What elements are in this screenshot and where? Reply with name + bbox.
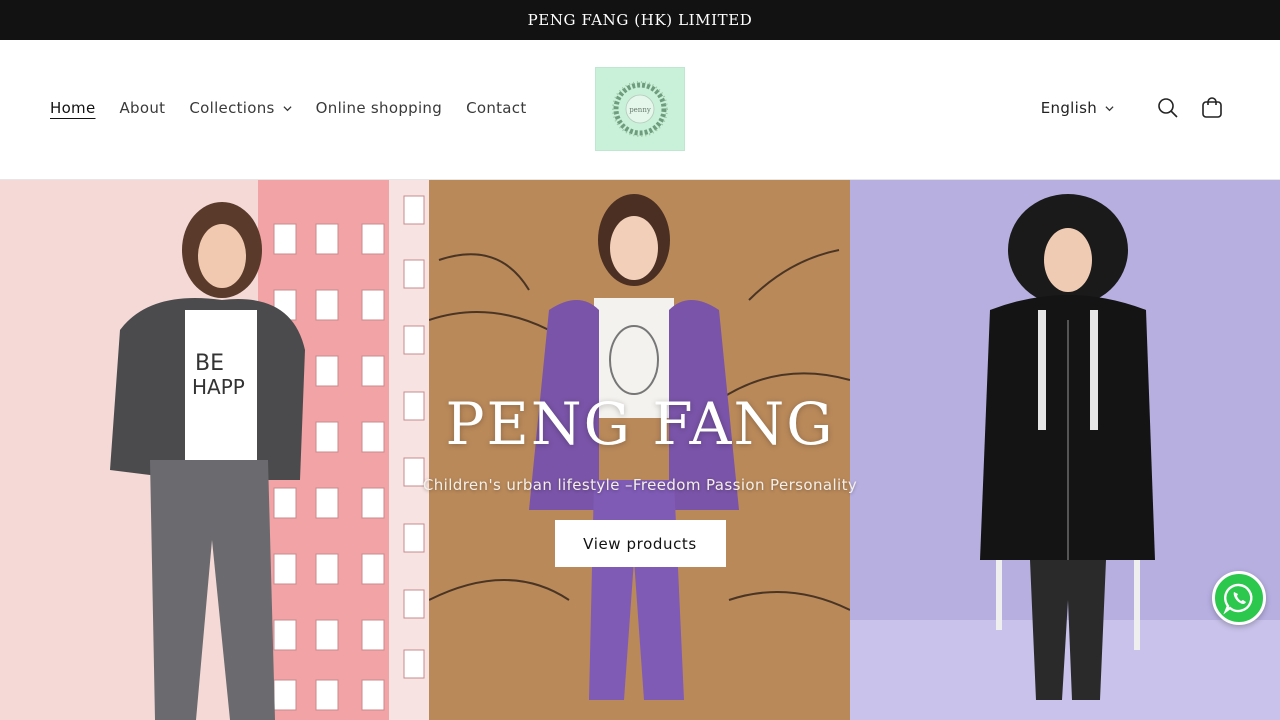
- hero-banner: BE HAPP PENG FANG Children's urban lifes…: [0, 180, 1280, 720]
- whatsapp-chat-button[interactable]: [1212, 571, 1266, 625]
- view-products-button[interactable]: View products: [554, 520, 726, 567]
- chevron-down-icon: [1105, 105, 1114, 111]
- language-label: English: [1040, 99, 1097, 117]
- logo-text: penny: [629, 106, 651, 114]
- nav-collections-dropdown[interactable]: Collections: [189, 99, 292, 117]
- search-icon: [1158, 98, 1178, 118]
- nav-contact-link[interactable]: Contact: [466, 99, 526, 117]
- hero-content: PENG FANG Children's urban lifestyle –Fr…: [0, 390, 1280, 567]
- whatsapp-icon: [1223, 583, 1253, 615]
- nav-online-shopping-link[interactable]: Online shopping: [316, 99, 442, 117]
- hero-subtitle: Children's urban lifestyle –Freedom Pass…: [422, 476, 858, 494]
- wreath-logo-graphic: penny: [612, 81, 668, 137]
- main-nav: Home About Collections Online shopping C…: [50, 40, 551, 176]
- cart-icon: [1202, 97, 1222, 118]
- site-header: Home About Collections Online shopping C…: [0, 40, 1280, 180]
- header-tools: English: [1041, 40, 1224, 176]
- announcement-text: PENG FANG (HK) LIMITED: [527, 11, 753, 29]
- search-button[interactable]: [1156, 96, 1180, 120]
- nav-about-link[interactable]: About: [120, 99, 166, 117]
- cart-button[interactable]: [1200, 96, 1224, 120]
- announcement-bar: PENG FANG (HK) LIMITED: [0, 0, 1280, 40]
- language-selector[interactable]: English: [1041, 99, 1114, 117]
- hero-title: PENG FANG: [445, 390, 835, 458]
- site-logo[interactable]: penny: [595, 67, 685, 151]
- svg-text:BE: BE: [195, 351, 224, 376]
- chevron-down-icon: [283, 105, 292, 111]
- nav-collections-label: Collections: [189, 99, 275, 117]
- nav-home-link[interactable]: Home: [50, 99, 96, 117]
